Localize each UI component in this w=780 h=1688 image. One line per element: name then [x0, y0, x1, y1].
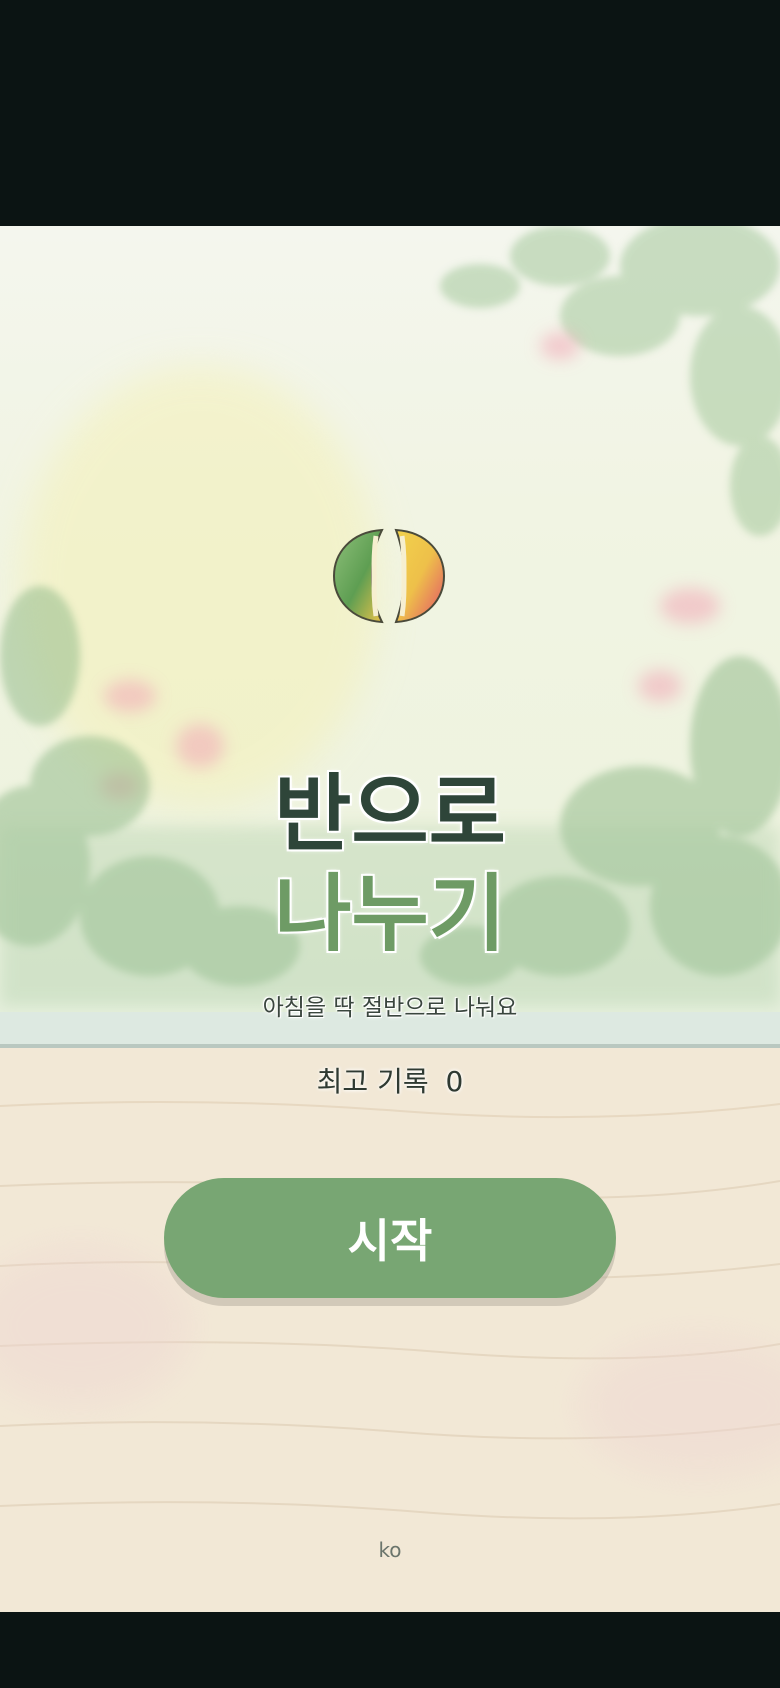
game-subtitle: 아침을 딱 절반으로 나눠요 [262, 995, 518, 1021]
best-score-label: 최고 기록 [316, 1065, 429, 1098]
top-letterbox [0, 0, 780, 226]
game-title-screen: 반으로 나누기 아침을 딱 절반으로 나눠요 최고 기록 0 시작 ko [0, 226, 780, 1612]
best-score: 최고 기록 0 [0, 1060, 780, 1100]
best-score-value: 0 [445, 1065, 464, 1098]
split-fruit-logo-icon [332, 528, 446, 624]
game-title-line1: 반으로 [274, 765, 506, 863]
language-indicator[interactable]: ko [0, 1538, 780, 1562]
bottom-letterbox [0, 1612, 780, 1688]
start-button[interactable]: 시작 [164, 1178, 616, 1298]
game-title-line2: 나누기 [274, 865, 506, 963]
